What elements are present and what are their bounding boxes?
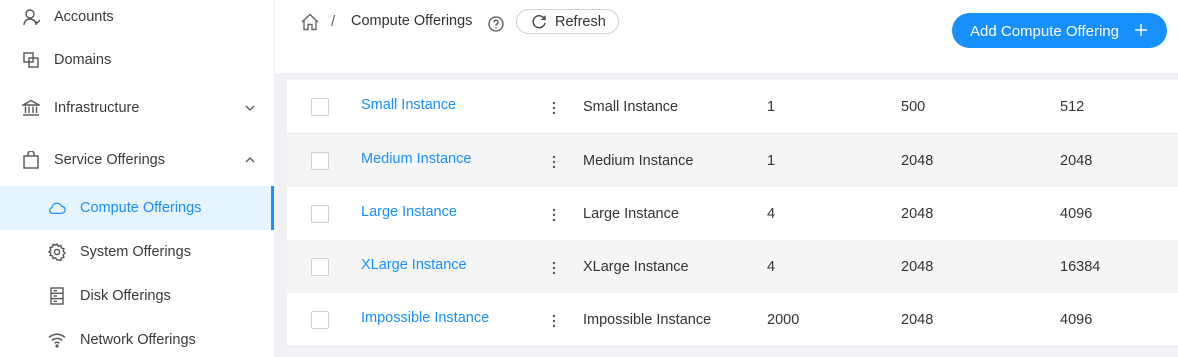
bag-icon bbox=[22, 151, 40, 169]
refresh-label: Refresh bbox=[555, 14, 606, 30]
sidebar-item-network-offerings[interactable]: Network Offerings bbox=[0, 318, 274, 357]
cloud-icon bbox=[48, 199, 66, 217]
table-row: Large Instance Large Instance 4 2048 409… bbox=[287, 187, 1178, 241]
offering-cpu: 4 bbox=[767, 206, 776, 222]
offerings-table: Small Instance Small Instance 1 500 512 … bbox=[287, 80, 1178, 347]
plus-icon bbox=[1134, 23, 1148, 37]
offering-cpu: 2000 bbox=[767, 312, 800, 328]
page-title: Compute Offerings bbox=[351, 13, 473, 29]
row-checkbox[interactable] bbox=[311, 258, 329, 276]
sidebar-item-label: System Offerings bbox=[80, 244, 191, 260]
sidebar-item-label: Compute Offerings bbox=[80, 200, 202, 216]
more-vertical-icon[interactable] bbox=[543, 204, 565, 226]
offering-memory: 4096 bbox=[1060, 206, 1093, 222]
sidebar-item-service-offerings[interactable]: Service Offerings bbox=[0, 138, 274, 182]
offering-cpu: 1 bbox=[767, 153, 776, 169]
breadcrumb-separator: / bbox=[331, 13, 336, 30]
add-label: Add Compute Offering bbox=[970, 23, 1119, 40]
offering-cpu-speed: 500 bbox=[901, 99, 926, 115]
offering-cpu-speed: 2048 bbox=[901, 206, 934, 222]
add-compute-offering-button[interactable]: Add Compute Offering bbox=[952, 13, 1167, 48]
page-header: / Compute Offerings Refresh Add Compute … bbox=[275, 0, 1178, 73]
gear-icon bbox=[48, 243, 66, 261]
offering-memory: 2048 bbox=[1060, 153, 1093, 169]
offering-cpu-speed: 2048 bbox=[901, 259, 934, 275]
offering-description: Large Instance bbox=[583, 206, 679, 222]
sidebar-item-label: Network Offerings bbox=[80, 332, 196, 348]
offering-description: XLarge Instance bbox=[583, 259, 689, 275]
wifi-icon bbox=[48, 331, 66, 349]
sidebar-item-accounts[interactable]: Accounts bbox=[0, 0, 274, 39]
more-vertical-icon[interactable] bbox=[543, 97, 565, 119]
table-row: Small Instance Small Instance 1 500 512 bbox=[287, 80, 1178, 134]
row-checkbox[interactable] bbox=[311, 205, 329, 223]
sidebar-item-label: Service Offerings bbox=[54, 152, 165, 168]
hdd-icon bbox=[48, 287, 66, 305]
user-icon bbox=[22, 8, 40, 26]
reload-icon bbox=[531, 14, 547, 30]
offering-description: Impossible Instance bbox=[583, 312, 712, 328]
offering-cpu: 1 bbox=[767, 99, 776, 115]
row-checkbox[interactable] bbox=[311, 152, 329, 170]
sidebar-item-compute-offerings[interactable]: Compute Offerings bbox=[0, 186, 274, 230]
bank-icon bbox=[22, 99, 40, 117]
domains-icon bbox=[22, 51, 40, 69]
offering-description: Medium Instance bbox=[583, 153, 694, 169]
offering-cpu-speed: 2048 bbox=[901, 312, 934, 328]
table-row: Impossible Instance Impossible Instance … bbox=[287, 293, 1178, 347]
sidebar-item-label: Infrastructure bbox=[54, 100, 140, 116]
sidebar-item-disk-offerings[interactable]: Disk Offerings bbox=[0, 274, 274, 318]
sidebar-item-label: Disk Offerings bbox=[80, 288, 171, 304]
sidebar-item-system-offerings[interactable]: System Offerings bbox=[0, 230, 274, 274]
sidebar: Accounts Domains Infrastructure Service … bbox=[0, 0, 275, 357]
offering-name-link[interactable]: Small Instance bbox=[361, 97, 456, 113]
offering-memory: 4096 bbox=[1060, 312, 1093, 328]
row-checkbox[interactable] bbox=[311, 311, 329, 329]
more-vertical-icon[interactable] bbox=[543, 310, 565, 332]
sidebar-item-domains[interactable]: Domains bbox=[0, 38, 274, 82]
question-circle-icon[interactable] bbox=[488, 16, 504, 32]
offering-description: Small Instance bbox=[583, 99, 679, 115]
offering-name-link[interactable]: Large Instance bbox=[361, 204, 457, 220]
offering-cpu-speed: 2048 bbox=[901, 153, 934, 169]
table-row: Medium Instance Medium Instance 1 2048 2… bbox=[287, 134, 1178, 188]
chevron-up-icon bbox=[245, 155, 255, 165]
offering-name-link[interactable]: XLarge Instance bbox=[361, 257, 467, 273]
table-row: XLarge Instance XLarge Instance 4 2048 1… bbox=[287, 240, 1178, 294]
home-icon[interactable] bbox=[300, 12, 320, 32]
chevron-down-icon bbox=[245, 103, 255, 113]
more-vertical-icon[interactable] bbox=[543, 257, 565, 279]
offering-name-link[interactable]: Medium Instance bbox=[361, 151, 471, 167]
sidebar-item-infrastructure[interactable]: Infrastructure bbox=[0, 86, 274, 130]
offering-cpu: 4 bbox=[767, 259, 776, 275]
sidebar-item-label: Domains bbox=[54, 52, 112, 68]
row-checkbox[interactable] bbox=[311, 98, 329, 116]
offering-memory: 512 bbox=[1060, 99, 1085, 115]
more-vertical-icon[interactable] bbox=[543, 151, 565, 173]
offering-memory: 16384 bbox=[1060, 259, 1101, 275]
offering-name-link[interactable]: Impossible Instance bbox=[361, 310, 489, 326]
sidebar-item-label: Accounts bbox=[54, 9, 114, 25]
refresh-button[interactable]: Refresh bbox=[516, 9, 619, 34]
